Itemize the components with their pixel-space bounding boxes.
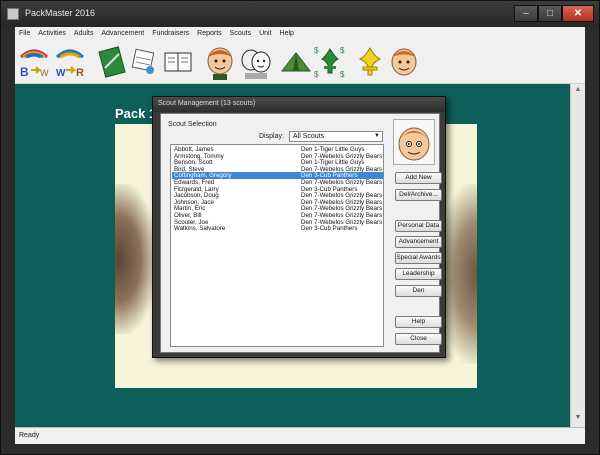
rank-advance-icon[interactable]: WR [53, 43, 87, 81]
fleur-de-lis-icon[interactable] [353, 43, 387, 81]
svg-text:$: $ [340, 46, 345, 55]
special-awards-button[interactable]: Special Awards [395, 252, 442, 264]
scroll-down-arrow-icon[interactable]: ▼ [573, 414, 583, 424]
leadership-button[interactable]: Leadership [395, 268, 442, 280]
dialog-body: Scout Selection Display: All Scouts ▼ Ab… [160, 113, 442, 353]
ledger-icon[interactable] [161, 43, 195, 81]
display-filter-select[interactable]: All Scouts ▼ [289, 131, 383, 142]
menu-fundraisers[interactable]: Fundraisers [148, 27, 193, 40]
close-button[interactable]: Close [395, 333, 442, 345]
vertical-scrollbar[interactable]: ▲ ▼ [570, 84, 585, 427]
owl-image-left [115, 184, 157, 334]
notebook-icon[interactable] [95, 43, 129, 81]
svg-text:$: $ [314, 46, 319, 55]
display-label: Display: [259, 133, 284, 140]
scout-face-icon[interactable] [203, 43, 237, 81]
title-bar: PackMaster 2016 – □ ✕ [1, 1, 599, 27]
toolbar: BW WR $ $ $ $ [15, 40, 585, 84]
svg-text:$: $ [314, 70, 319, 79]
scout-row[interactable]: Watkins, Salvatore Den 3-Cub Panthers [172, 225, 383, 232]
advancement-button[interactable]: Advancement [395, 236, 442, 248]
scout-den: Den 3-Cub Panthers [301, 225, 358, 233]
menu-scouts[interactable]: Scouts [226, 27, 255, 40]
app-window: PackMaster 2016 – □ ✕ File Activities Ad… [0, 0, 600, 455]
scout-name: Watkins, Salvatore [174, 225, 226, 233]
del-archive-button[interactable]: Del/Archive... [395, 189, 442, 201]
menu-file[interactable]: File [15, 27, 34, 40]
app-icon[interactable] [7, 8, 19, 20]
bobcat-rank-icon[interactable]: BW [17, 43, 51, 81]
minimize-button[interactable]: – [514, 5, 538, 22]
display-filter-value: All Scouts [293, 133, 325, 140]
parents-icon[interactable] [239, 43, 273, 81]
tent-icon[interactable] [279, 43, 313, 81]
menu-advancement[interactable]: Advancement [97, 27, 148, 40]
den-button[interactable]: Den [395, 285, 442, 297]
maximize-button[interactable]: □ [538, 5, 562, 22]
menu-reports[interactable]: Reports [193, 27, 226, 40]
svg-text:W: W [56, 68, 66, 79]
dialog-title: Scout Management (13 scouts) [158, 100, 256, 107]
menu-activities[interactable]: Activities [34, 27, 70, 40]
status-text: Ready [19, 432, 40, 439]
dialog-title-bar[interactable]: Scout Management (13 scouts) [153, 97, 445, 112]
scout-listbox[interactable]: Abbott, James Den 1-Tiger Little Guys Arms… [170, 144, 384, 347]
menu-adults[interactable]: Adults [70, 27, 97, 40]
section-label: Scout Selection [168, 121, 217, 128]
avatar [393, 119, 435, 165]
svg-text:B: B [20, 65, 29, 79]
chevron-down-icon[interactable]: ▼ [374, 133, 380, 139]
svg-text:W: W [40, 68, 49, 78]
close-window-button[interactable]: ✕ [562, 5, 594, 22]
calendar-icon[interactable] [127, 43, 161, 81]
money-fleur-icon[interactable]: $ $ $ $ [313, 43, 347, 81]
scout-management-dialog: Scout Management (13 scouts) Scout Selec… [152, 96, 446, 358]
status-bar: Ready [15, 427, 585, 444]
add-new-button[interactable]: Add New [395, 172, 442, 184]
cub-face-icon[interactable] [387, 43, 421, 81]
svg-text:$: $ [340, 70, 345, 79]
menu-bar: File Activities Adults Advancement Fundr… [15, 27, 585, 40]
scroll-up-arrow-icon[interactable]: ▲ [573, 86, 583, 96]
menu-unit[interactable]: Unit [255, 27, 275, 40]
personal-data-button[interactable]: Personal Data [395, 220, 442, 232]
help-button[interactable]: Help [395, 316, 442, 328]
svg-text:R: R [76, 67, 84, 79]
window-title: PackMaster 2016 [25, 8, 96, 18]
menu-help[interactable]: Help [276, 27, 298, 40]
